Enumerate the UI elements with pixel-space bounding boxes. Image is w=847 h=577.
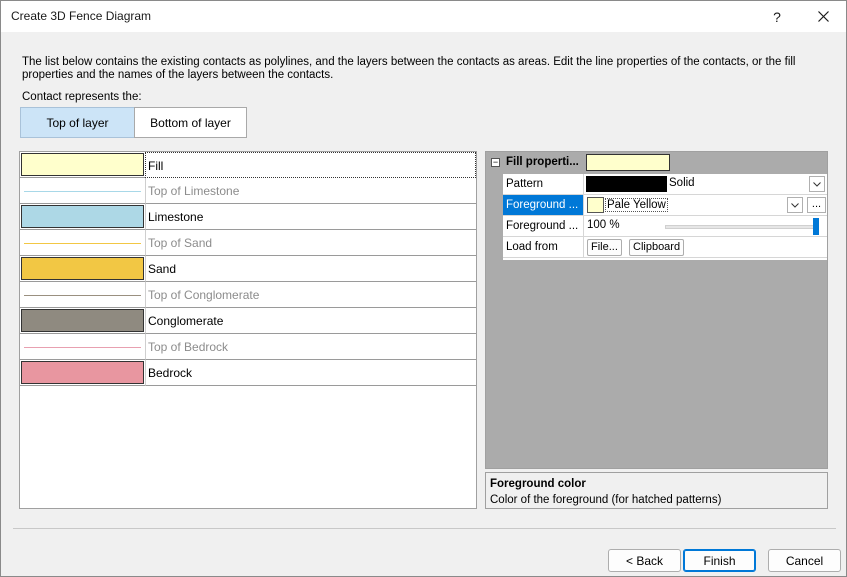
help-title: Foreground color: [490, 478, 586, 490]
fill-preview: [21, 257, 144, 280]
line-preview: [24, 347, 141, 348]
layer-row[interactable]: Fill: [20, 152, 476, 178]
footer-separator: [13, 528, 836, 529]
property-row-load-from: Load from File... Clipboard: [503, 237, 827, 258]
fill-color-preview: [586, 154, 670, 171]
color-picker-button[interactable]: ...: [807, 197, 826, 213]
description-text: The list below contains the existing con…: [22, 56, 796, 81]
layer-name[interactable]: Fill: [145, 152, 476, 178]
foreground-opacity-value: 100 %: [587, 219, 620, 231]
property-grid: − Fill properti... Pattern Solid Foregro…: [485, 151, 828, 469]
layer-name[interactable]: Bedrock: [145, 360, 476, 386]
layer-row[interactable]: Limestone: [20, 204, 476, 230]
contact-line-swatch[interactable]: [20, 178, 145, 204]
fill-preview: [21, 361, 144, 384]
property-name: Pattern: [503, 174, 584, 194]
layer-row[interactable]: Bedrock: [20, 360, 476, 386]
layer-name[interactable]: Conglomerate: [145, 308, 476, 334]
pattern-swatch: [586, 176, 667, 192]
contact-row[interactable]: Top of Limestone: [20, 178, 476, 204]
close-button[interactable]: [800, 1, 846, 32]
back-button[interactable]: < Back: [608, 549, 681, 572]
fill-preview: [21, 205, 144, 228]
contact-name[interactable]: Top of Conglomerate: [145, 282, 476, 308]
chevron-down-icon: [813, 181, 821, 187]
layer-fill-swatch[interactable]: [20, 204, 145, 230]
help-button[interactable]: ?: [754, 1, 800, 32]
line-preview: [24, 191, 141, 192]
contact-name[interactable]: Top of Limestone: [145, 178, 476, 204]
layer-fill-swatch[interactable]: [20, 256, 145, 282]
top-of-layer-toggle[interactable]: Top of layer: [20, 107, 135, 138]
contact-name[interactable]: Top of Sand: [145, 230, 476, 256]
pattern-value: Solid: [669, 177, 695, 189]
bottom-of-layer-toggle[interactable]: Bottom of layer: [134, 107, 247, 138]
contact-row[interactable]: Top of Conglomerate: [20, 282, 476, 308]
property-name: Load from: [503, 237, 584, 257]
contact-row[interactable]: Top of Sand: [20, 230, 476, 256]
close-icon: [817, 11, 829, 22]
layer-fill-swatch[interactable]: [20, 360, 145, 386]
help-text: Color of the foreground (for hatched pat…: [490, 494, 722, 506]
property-row-pattern[interactable]: Pattern Solid: [503, 174, 827, 195]
layer-name[interactable]: Sand: [145, 256, 476, 282]
property-grid-empty-area: [486, 260, 827, 468]
layer-name[interactable]: Limestone: [145, 204, 476, 230]
pattern-dropdown-button[interactable]: [809, 176, 825, 192]
foreground-color-swatch: [587, 197, 604, 213]
cancel-button[interactable]: Cancel: [768, 549, 841, 572]
opacity-slider-thumb[interactable]: [813, 218, 819, 235]
foreground-color-value[interactable]: Pale Yellow: [605, 198, 668, 212]
line-preview: [24, 243, 141, 244]
property-name: Foreground ...: [503, 216, 584, 236]
contact-line-swatch[interactable]: [20, 282, 145, 308]
fill-properties-label: Fill properti...: [506, 156, 579, 168]
fill-preview: [21, 153, 144, 176]
window-title: Create 3D Fence Diagram: [11, 9, 152, 23]
layer-fill-swatch[interactable]: [20, 152, 145, 178]
load-file-button[interactable]: File...: [587, 239, 622, 256]
contact-line-swatch[interactable]: [20, 230, 145, 256]
property-help-box: Foreground color Color of the foreground…: [485, 472, 828, 509]
layer-list[interactable]: Fill Top of Limestone Limestone Top of Sand…: [19, 151, 477, 509]
chevron-down-icon: [791, 202, 799, 208]
contact-represents-label: Contact represents the:: [22, 91, 142, 103]
layer-row[interactable]: Sand: [20, 256, 476, 282]
dialog-window: Create 3D Fence Diagram ? The list below…: [0, 0, 847, 577]
line-preview: [24, 295, 141, 296]
opacity-slider-track[interactable]: [665, 225, 819, 229]
title-bar: Create 3D Fence Diagram ?: [1, 1, 846, 32]
contact-row[interactable]: Top of Bedrock: [20, 334, 476, 360]
collapse-icon[interactable]: −: [491, 158, 500, 167]
property-name: Foreground ...: [503, 195, 584, 215]
contact-name[interactable]: Top of Bedrock: [145, 334, 476, 360]
property-row-foreground-color[interactable]: Foreground ... Pale Yellow ...: [503, 195, 827, 216]
layer-fill-swatch[interactable]: [20, 308, 145, 334]
fill-preview: [21, 309, 144, 332]
contact-line-swatch[interactable]: [20, 334, 145, 360]
property-row-foreground-opacity[interactable]: Foreground ... 100 %: [503, 216, 827, 237]
layer-row[interactable]: Conglomerate: [20, 308, 476, 334]
finish-button[interactable]: Finish: [683, 549, 756, 572]
load-clipboard-button[interactable]: Clipboard: [629, 239, 685, 256]
help-icon: ?: [773, 8, 781, 25]
foreground-color-dropdown-button[interactable]: [787, 197, 803, 213]
